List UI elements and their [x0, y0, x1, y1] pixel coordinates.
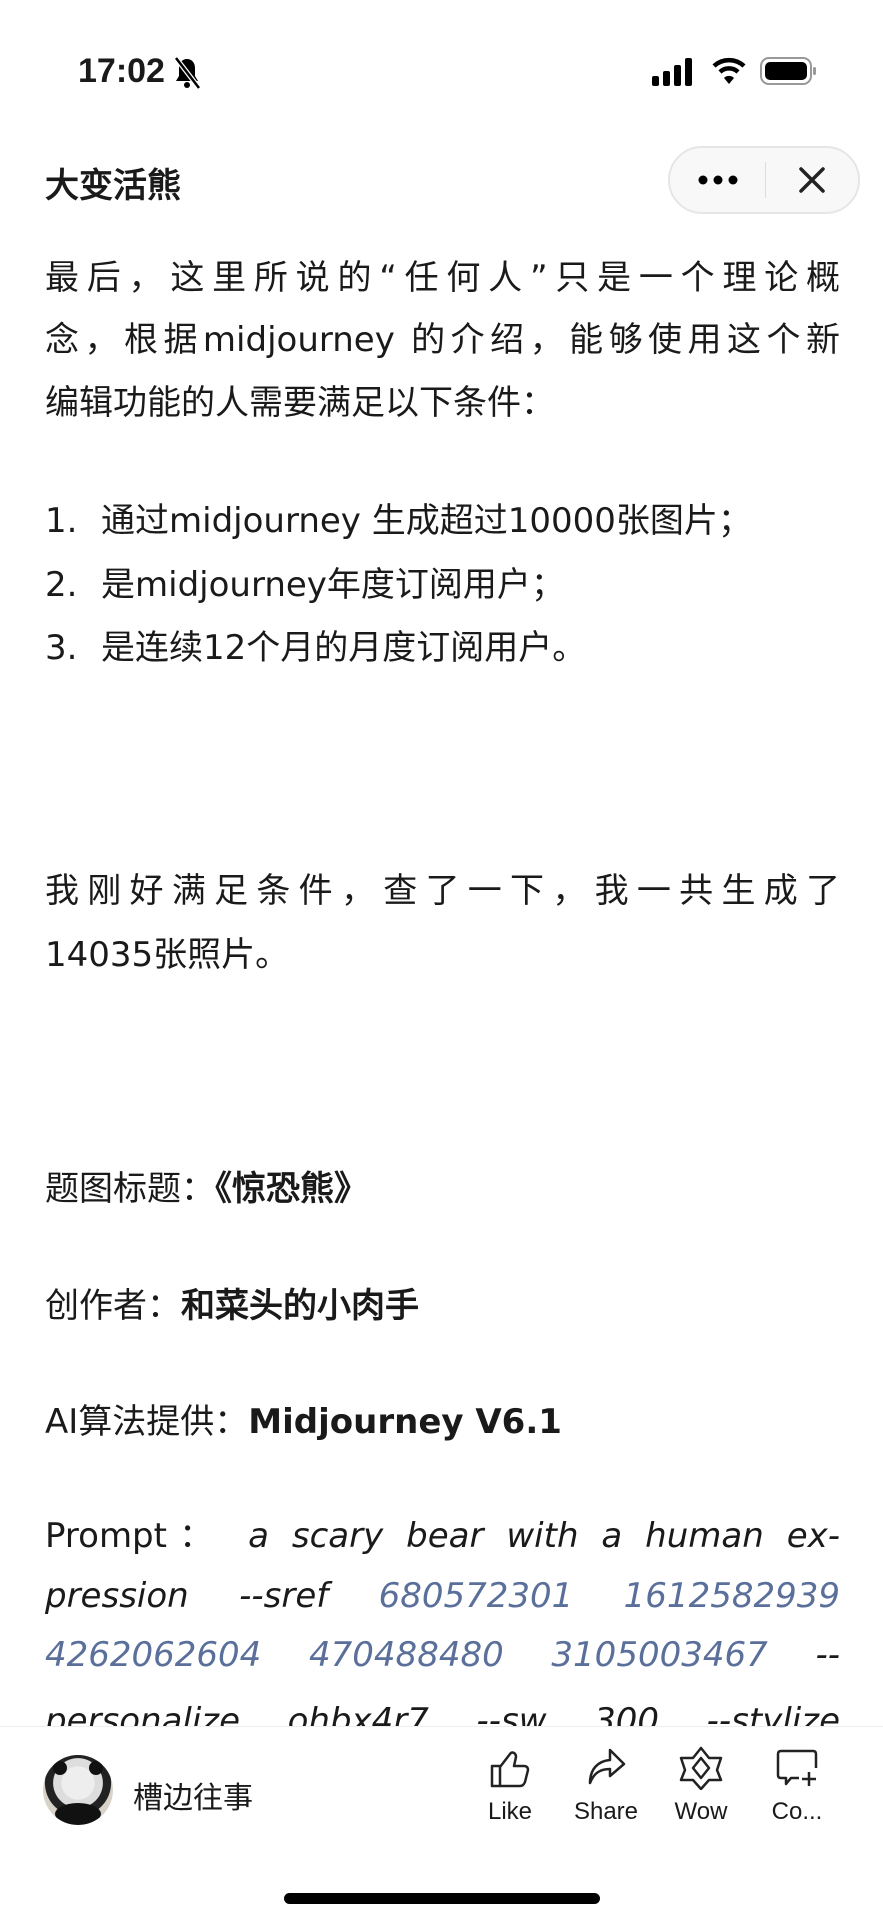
- paragraph-line: 念，根据midjourney 的介绍，能够使用这个新: [45, 320, 840, 360]
- battery-icon: [760, 57, 816, 85]
- list-item: 1. 通过midjourney 生成超过10000张图片；: [45, 490, 840, 552]
- avatar[interactable]: [43, 1755, 113, 1825]
- paragraph-line: 最后，这里所说的“任何人”只是一个理论概: [45, 258, 840, 298]
- home-indicator[interactable]: [284, 1893, 600, 1904]
- sref-link[interactable]: 680572301: [379, 1576, 574, 1616]
- status-time: 17:02: [78, 52, 165, 90]
- share-button[interactable]: Share: [561, 1746, 651, 1826]
- label: 创作者：: [45, 1286, 181, 1326]
- prompt-text: --: [815, 1635, 840, 1675]
- sref-link[interactable]: 1612582939: [624, 1576, 840, 1616]
- list-number: 1.: [45, 501, 78, 541]
- paragraph-line: 编辑功能的人需要满足以下条件：: [45, 383, 555, 423]
- paragraph-line: 我刚好满足条件，查了一下，我一共生成了: [45, 871, 840, 911]
- signal-icon: [652, 58, 692, 86]
- thumbs-up-icon: [490, 1751, 530, 1788]
- list-text: 是midjourney年度订阅用户；: [101, 565, 565, 605]
- close-button[interactable]: [766, 148, 858, 212]
- share-icon: [588, 1748, 626, 1785]
- value: 和菜头的小肉手: [181, 1286, 419, 1326]
- action-label: Like: [487, 1798, 533, 1825]
- value: Midjourney V6.1: [248, 1402, 562, 1442]
- mute-bell-icon: [174, 56, 201, 90]
- wow-button[interactable]: Wow: [656, 1746, 746, 1826]
- like-button[interactable]: Like: [465, 1746, 555, 1826]
- action-label: Wow: [674, 1798, 728, 1825]
- capsule-menu: [668, 146, 860, 214]
- list-text: 是连续12个月的月度订阅用户。: [101, 628, 587, 668]
- page-title: 大变活熊: [45, 166, 181, 206]
- author-credit: 创作者：和菜头的小肉手: [45, 1275, 840, 1337]
- label: AI算法提供：: [45, 1402, 249, 1442]
- list-text: 通过midjourney 生成超过10000张图片；: [101, 501, 752, 541]
- star-icon: [679, 1746, 723, 1790]
- prompt-line: pression --sref 680572301 1612582939: [45, 1565, 840, 1627]
- action-label: Co...: [771, 1798, 823, 1825]
- prompt-text: a scary bear with a human ex-: [248, 1516, 840, 1556]
- list-number: 2.: [45, 565, 78, 605]
- more-icon: [698, 175, 738, 185]
- value: 《惊恐熊》: [215, 1169, 368, 1209]
- wifi-icon: [712, 57, 746, 84]
- paragraph-line: 14035张照片。: [45, 935, 290, 975]
- sref-link[interactable]: 3105003467: [551, 1635, 767, 1675]
- list-number: 3.: [45, 628, 78, 668]
- prompt-line: Prompt： a scary bear with a human ex-: [45, 1505, 840, 1567]
- list-item: 2. 是midjourney年度订阅用户；: [45, 554, 840, 616]
- prompt-label: Prompt：: [45, 1516, 226, 1556]
- prompt-line: 4262062604 470488480 3105003467 --: [45, 1624, 840, 1686]
- prompt-text: pression --sref: [45, 1576, 329, 1616]
- comment-add-icon: [776, 1749, 818, 1786]
- comment-button[interactable]: Co...: [752, 1746, 842, 1826]
- more-button[interactable]: [670, 148, 765, 212]
- action-label: Share: [573, 1798, 639, 1825]
- author-name[interactable]: 槽边往事: [133, 1773, 253, 1817]
- ai-credit: AI算法提供：Midjourney V6.1: [45, 1391, 840, 1453]
- label: 题图标题：: [45, 1169, 215, 1209]
- sref-link[interactable]: 470488480: [309, 1635, 504, 1675]
- list-item: 3. 是连续12个月的月度订阅用户。: [45, 617, 840, 679]
- sref-link[interactable]: 4262062604: [45, 1635, 261, 1675]
- image-title: 题图标题：《惊恐熊》: [45, 1158, 840, 1220]
- bottom-bar: [0, 1726, 883, 1920]
- close-icon: [799, 167, 825, 193]
